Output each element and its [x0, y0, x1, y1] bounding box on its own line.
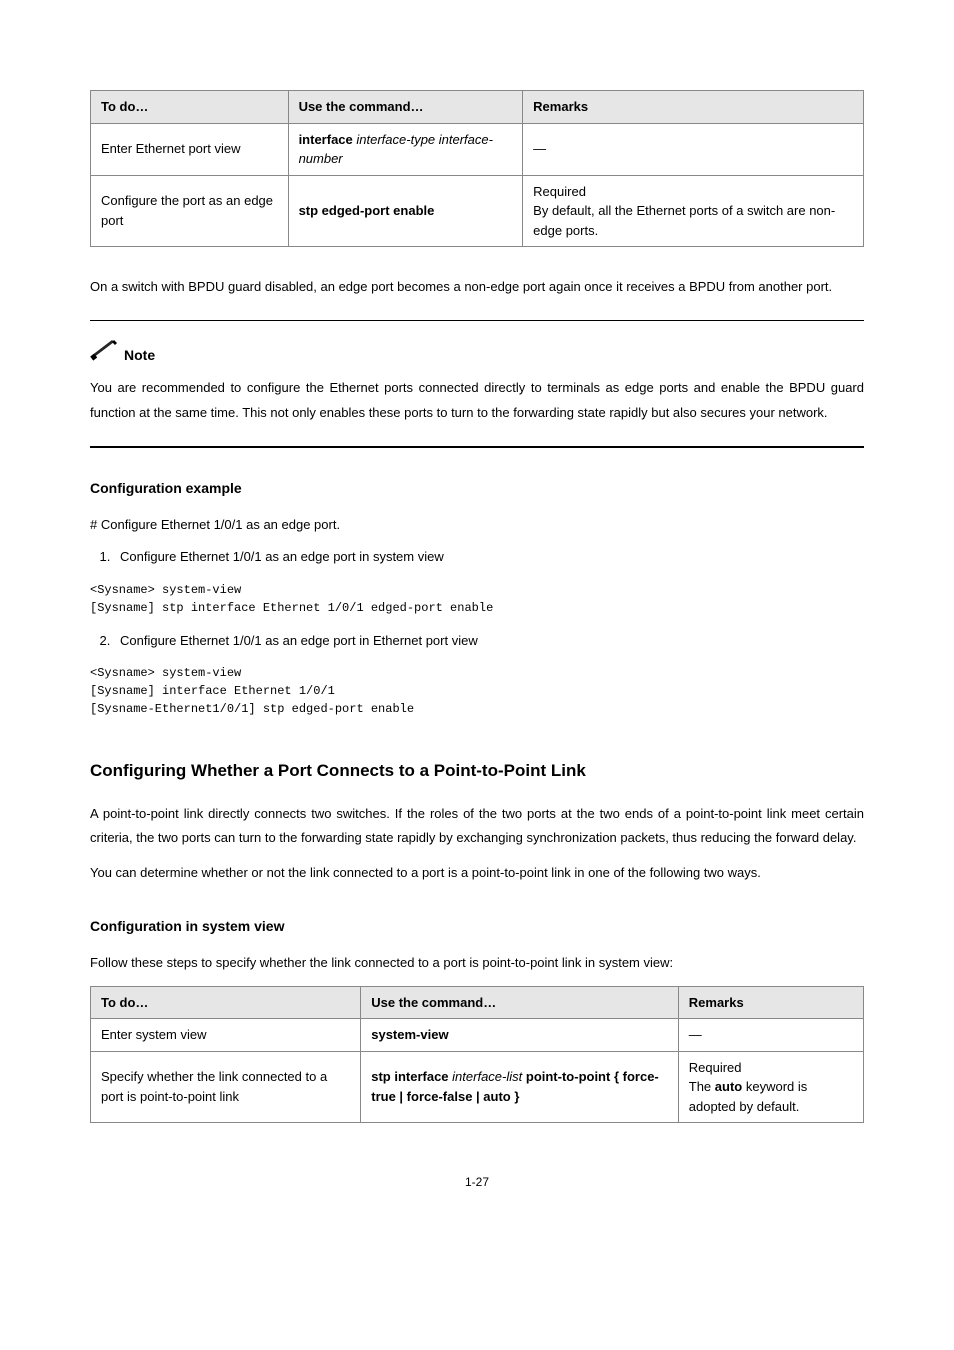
remarks-default: The auto keyword is adopted by default.: [689, 1077, 853, 1116]
remarks-default: By default, all the Ethernet ports of a …: [533, 201, 853, 240]
col-header-command: Use the command…: [361, 986, 679, 1019]
cell-remarks: Required By default, all the Ethernet po…: [523, 175, 864, 247]
example-intro: # Configure Ethernet 1/0/1 as an edge po…: [90, 513, 864, 538]
cmd-bold: interface: [299, 132, 353, 147]
list-item: Configure Ethernet 1/0/1 as an edge port…: [114, 547, 864, 567]
col-header-remarks: Remarks: [678, 986, 863, 1019]
cell-command: interface interface-type interface-numbe…: [288, 123, 523, 175]
cell-remarks: —: [678, 1019, 863, 1052]
col-header-command: Use the command…: [288, 91, 523, 124]
note-icon: [90, 339, 118, 367]
paragraph-bpdu: On a switch with BPDU guard disabled, an…: [90, 275, 864, 300]
col-header-todo: To do…: [91, 986, 361, 1019]
cmd-bold: system-view: [371, 1027, 448, 1042]
heading-p2p: Configuring Whether a Port Connects to a…: [90, 758, 864, 784]
col-header-remarks: Remarks: [523, 91, 864, 124]
cmd-var: interface-list: [452, 1069, 522, 1084]
auto-keyword: auto: [715, 1079, 742, 1094]
cell-todo: Enter system view: [91, 1019, 361, 1052]
cmd-bold: point-to-point: [526, 1069, 610, 1084]
p2p-paragraph-2: You can determine whether or not the lin…: [90, 861, 864, 886]
code-block: <Sysname> system-view [Sysname] interfac…: [90, 664, 864, 718]
cell-remarks: —: [523, 123, 864, 175]
table-row: Enter Ethernet port view interface inter…: [91, 123, 864, 175]
cell-command: stp interface interface-list point-to-po…: [361, 1051, 679, 1123]
heading-sysview: Configuration in system view: [90, 916, 864, 937]
list-item: Configure Ethernet 1/0/1 as an edge port…: [114, 631, 864, 651]
table-row: Enter system view system-view —: [91, 1019, 864, 1052]
table2-intro: Follow these steps to specify whether th…: [90, 951, 864, 976]
cmd-bold: force-false: [407, 1089, 473, 1104]
divider: [90, 320, 864, 321]
table-row: Specify whether the link connected to a …: [91, 1051, 864, 1123]
page-number: 1-27: [90, 1173, 864, 1191]
p2p-paragraph-1: A point-to-point link directly connects …: [90, 802, 864, 851]
remarks-required: Required: [533, 182, 853, 202]
example-list: Configure Ethernet 1/0/1 as an edge port…: [90, 631, 864, 651]
table-row: Configure the port as an edge port stp e…: [91, 175, 864, 247]
example-list: Configure Ethernet 1/0/1 as an edge port…: [90, 547, 864, 567]
cell-command: stp edged-port enable: [288, 175, 523, 247]
note-label: Note: [124, 345, 155, 366]
divider: [90, 446, 864, 448]
table-system-view: To do… Use the command… Remarks Enter sy…: [90, 986, 864, 1124]
cmd-bold: stp edged-port enable: [299, 203, 435, 218]
cell-todo: Configure the port as an edge port: [91, 175, 289, 247]
col-header-todo: To do…: [91, 91, 289, 124]
code-block: <Sysname> system-view [Sysname] stp inte…: [90, 581, 864, 617]
table-port-view: To do… Use the command… Remarks Enter Et…: [90, 90, 864, 247]
cmd-bold: auto: [483, 1089, 510, 1104]
note-body: You are recommended to configure the Eth…: [90, 376, 864, 425]
remarks-required: Required: [689, 1058, 853, 1078]
cell-remarks: Required The auto keyword is adopted by …: [678, 1051, 863, 1123]
cell-todo: Enter Ethernet port view: [91, 123, 289, 175]
cell-command: system-view: [361, 1019, 679, 1052]
note-header: Note: [90, 339, 864, 367]
cell-todo: Specify whether the link connected to a …: [91, 1051, 361, 1123]
cmd-bold: stp interface: [371, 1069, 448, 1084]
heading-config-example: Configuration example: [90, 478, 864, 499]
